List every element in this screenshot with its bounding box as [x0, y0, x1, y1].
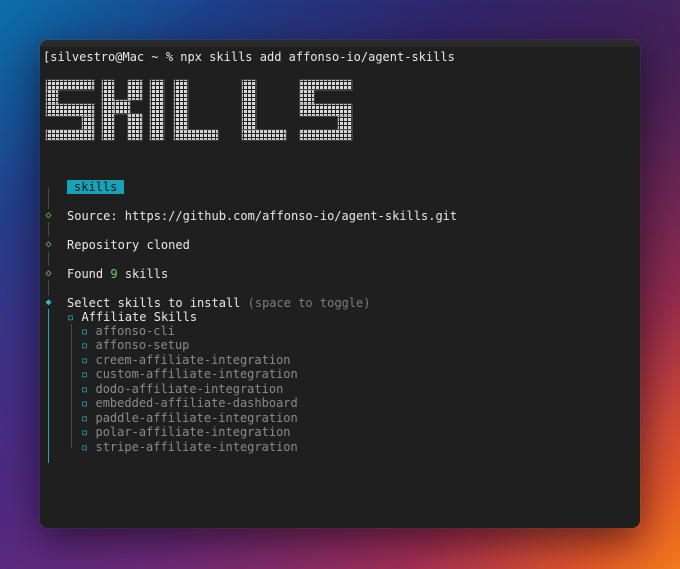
checkbox-icon: ▫ — [81, 367, 89, 381]
diamond-icon: ◇ — [45, 210, 52, 221]
active-rail — [48, 449, 49, 463]
checkbox-icon: ▫ — [81, 411, 89, 425]
diamond-icon: ◇ — [45, 268, 52, 279]
checkbox-icon: ▫ — [81, 324, 89, 338]
step-rail — [48, 280, 49, 295]
skill-option[interactable]: ▫ dodo-affiliate-integration — [81, 382, 283, 396]
select-prompt: Select skills to install (space to toggl… — [67, 296, 371, 310]
step-rail — [48, 187, 49, 209]
repo-cloned-line: Repository cloned — [67, 238, 190, 252]
checkbox-icon: ▫ — [67, 310, 75, 324]
skill-option[interactable]: ▫ custom-affiliate-integration — [81, 367, 298, 381]
skill-option[interactable]: ▫ embedded-affiliate-dashboard — [81, 396, 298, 410]
checkbox-icon: ▫ — [81, 353, 89, 367]
checkbox-icon: ▫ — [81, 440, 89, 454]
step-rail — [48, 251, 49, 266]
skill-option[interactable]: ▫ stripe-affiliate-integration — [81, 440, 298, 454]
skill-option[interactable]: ▫ paddle-affiliate-integration — [81, 411, 298, 425]
skills-badge: skills — [67, 180, 125, 194]
diamond-icon: ◆ — [45, 297, 52, 308]
checkbox-icon: ▫ — [81, 425, 89, 439]
window-title-bar[interactable] — [40, 40, 640, 47]
found-skills-line: Found 9 skills — [67, 267, 169, 281]
command-line: [silvestro@Mac ~ % npx skills add affons… — [43, 50, 455, 64]
skills-ascii-logo — [45, 79, 353, 141]
skill-option[interactable]: ▫ creem-affiliate-integration — [81, 353, 291, 367]
step-rail — [48, 222, 49, 237]
skill-option[interactable]: ▫ affonso-cli — [81, 324, 175, 338]
skill-option[interactable]: ▫ affonso-setup — [81, 338, 189, 352]
checkbox-icon: ▫ — [81, 338, 89, 352]
checkbox-icon: ▫ — [81, 382, 89, 396]
group-affiliate-skills[interactable]: ▫ Affiliate Skills — [67, 310, 197, 324]
checkbox-icon: ▫ — [81, 396, 89, 410]
terminal-window[interactable]: [silvestro@Mac ~ % npx skills add affons… — [40, 40, 640, 528]
diamond-icon: ◇ — [45, 239, 52, 250]
source-line: Source: https://github.com/affonso-io/ag… — [67, 209, 458, 223]
skill-option[interactable]: ▫ polar-affiliate-integration — [81, 425, 291, 439]
active-rail — [48, 309, 49, 463]
tree-rail — [71, 324, 72, 448]
